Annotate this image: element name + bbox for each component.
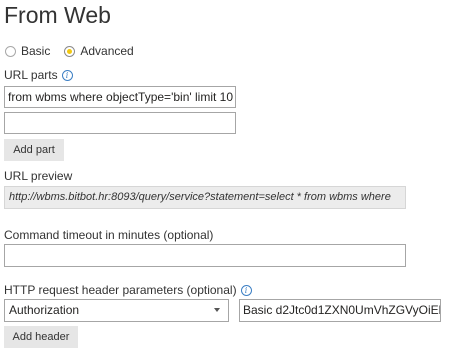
add-header-button[interactable]: Add header — [4, 326, 78, 348]
url-parts-label: URL parts — [4, 68, 58, 82]
url-part-input-2[interactable] — [4, 112, 236, 134]
header-name-selected: Authorization — [9, 303, 80, 317]
header-name-select[interactable]: Authorization — [4, 299, 229, 322]
headers-label: HTTP request header parameters (optional… — [4, 283, 237, 297]
url-parts-label-row: URL parts i — [4, 68, 73, 83]
url-preview-label: URL preview — [4, 169, 73, 183]
timeout-input[interactable] — [4, 244, 406, 267]
radio-advanced-circle[interactable] — [64, 45, 76, 57]
url-part-input-1[interactable]: from wbms where objectType='bin' limit 1… — [4, 86, 236, 108]
add-part-button[interactable]: Add part — [4, 139, 64, 161]
radio-advanced[interactable]: Advanced — [64, 44, 134, 58]
dialog-title: From Web — [4, 2, 111, 28]
radio-basic-label[interactable]: Basic — [21, 44, 50, 58]
chevron-down-icon — [214, 308, 220, 312]
radio-basic-circle[interactable] — [5, 45, 16, 57]
info-icon[interactable]: i — [240, 285, 252, 296]
mode-radio-group: Basic Advanced — [5, 43, 148, 59]
info-icon[interactable]: i — [61, 70, 73, 81]
radio-advanced-label[interactable]: Advanced — [80, 44, 133, 58]
url-preview-field: http://wbms.bitbot.hr:8093/query/service… — [4, 186, 406, 209]
header-value-input[interactable]: Basic d2Jtc0d1ZXN0UmVhZGVyOiEhI — [239, 299, 441, 322]
radio-basic[interactable]: Basic — [5, 44, 50, 58]
headers-label-row: HTTP request header parameters (optional… — [4, 283, 252, 298]
timeout-label: Command timeout in minutes (optional) — [4, 228, 214, 242]
